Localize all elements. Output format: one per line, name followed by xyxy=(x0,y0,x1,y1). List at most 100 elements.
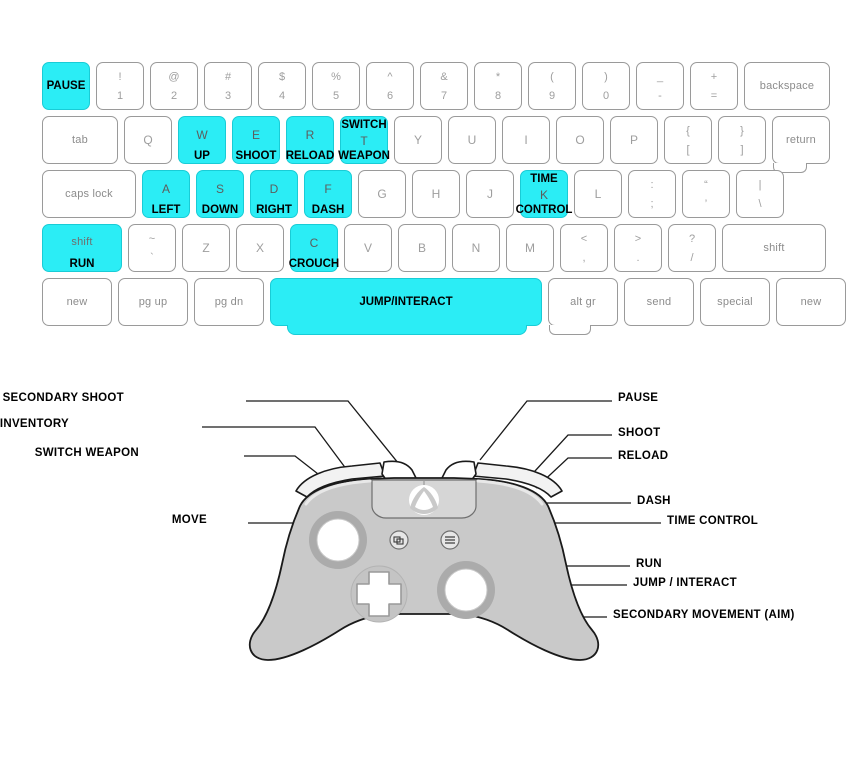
key-period[interactable]: >. xyxy=(614,224,662,272)
key-t-action-top: SWITCH xyxy=(341,119,387,131)
key-9-upper-legend: ( xyxy=(550,71,554,83)
key-period-lower-legend: . xyxy=(636,252,640,264)
keyboard-diagram: PAUSE! 1 @2 #3 $4% 5 ^ 6 & 7 * 8(9) 0 _ - + = backspace ta… xyxy=(42,62,846,335)
key-9[interactable]: (9 xyxy=(528,62,576,110)
key-backslash-lower-legend: \ xyxy=(758,198,762,210)
key-bracket-left[interactable]: {[ xyxy=(664,116,712,164)
key-comma[interactable]: <, xyxy=(560,224,608,272)
key-t-action: WEAPON xyxy=(338,150,390,162)
keyboard-row-number-row: PAUSE! 1 @2 #3 $4% 5 ^ 6 & 7 * 8(9) 0 _ - + = backspace xyxy=(42,62,830,110)
key-caps-lock-label: caps lock xyxy=(65,188,113,200)
key-6[interactable]: ^ 6 xyxy=(366,62,414,110)
key-tab[interactable]: tab xyxy=(42,116,118,164)
key-new-left[interactable]: new xyxy=(42,278,112,326)
left-analog-stick xyxy=(309,511,367,569)
key-minus-upper-legend: _ xyxy=(656,71,664,83)
key-minus[interactable]: _ - xyxy=(636,62,684,110)
key-d-letter: D xyxy=(269,182,279,197)
key-o[interactable]: O xyxy=(556,116,604,164)
callout-pause: PAUSE xyxy=(618,392,659,404)
key-page-down[interactable]: pg dn xyxy=(194,278,264,326)
callout-reload: RELOAD xyxy=(618,450,669,462)
key-send[interactable]: send xyxy=(624,278,694,326)
key-l-letter: L xyxy=(594,187,602,201)
key-m[interactable]: M xyxy=(506,224,554,272)
key-z-letter: Z xyxy=(202,241,210,255)
key-l[interactable]: L xyxy=(574,170,622,218)
key-b[interactable]: B xyxy=(398,224,446,272)
key-2-lower-legend: 2 xyxy=(170,90,178,102)
key-page-up[interactable]: pg up xyxy=(118,278,188,326)
key-o-letter: O xyxy=(575,133,585,147)
key-shift-right-label: shift xyxy=(763,242,785,254)
key-new-right[interactable]: new xyxy=(776,278,846,326)
key-shift-right[interactable]: shift xyxy=(722,224,826,272)
key-7-lower-legend: 7 xyxy=(440,90,448,102)
key-2[interactable]: @2 xyxy=(150,62,198,110)
key-i[interactable]: I xyxy=(502,116,550,164)
key-p[interactable]: P xyxy=(610,116,658,164)
key-backspace[interactable]: backspace xyxy=(744,62,830,110)
key-y[interactable]: Y xyxy=(394,116,442,164)
callout-move: MOVE xyxy=(171,514,207,526)
callout-run: RUN xyxy=(636,558,662,570)
key-0[interactable]: ) 0 xyxy=(582,62,630,110)
key-u[interactable]: U xyxy=(448,116,496,164)
key-escape[interactable]: PAUSE xyxy=(42,62,90,110)
key-space-action: JUMP/INTERACT xyxy=(359,296,453,308)
key-5[interactable]: % 5 xyxy=(312,62,360,110)
key-comma-lower-legend: , xyxy=(582,252,586,264)
key-tilde[interactable]: ~ ` xyxy=(128,224,176,272)
key-m-letter: M xyxy=(525,241,535,255)
key-alt-gr-label: alt gr xyxy=(570,296,596,308)
key-equals-lower-legend: = xyxy=(710,90,718,102)
key-bracket-right-upper-legend: } xyxy=(740,125,744,137)
key-n[interactable]: N xyxy=(452,224,500,272)
callout-switch-weapon: SWITCH WEAPON xyxy=(34,447,139,459)
key-caps-lock[interactable]: caps lock xyxy=(42,170,136,218)
key-return[interactable]: return xyxy=(772,116,830,173)
key-slash[interactable]: ? / xyxy=(668,224,716,272)
callout-secondary-shoot: SECONDARY SHOOT xyxy=(2,392,124,404)
key-space[interactable]: JUMP/INTERACT xyxy=(270,278,542,335)
key-2-upper-legend: @ xyxy=(168,71,180,83)
key-slash-lower-legend: / xyxy=(690,252,694,264)
key-equals[interactable]: + = xyxy=(690,62,738,110)
key-3-upper-legend: # xyxy=(224,71,232,83)
key-bracket-right[interactable]: }] xyxy=(718,116,766,164)
key-special[interactable]: special xyxy=(700,278,770,326)
key-z[interactable]: Z xyxy=(182,224,230,272)
key-quote[interactable]: “’ xyxy=(682,170,730,218)
right-analog-stick xyxy=(437,561,495,619)
key-backslash[interactable]: | \ xyxy=(736,170,784,218)
callout-jump-interact: JUMP / INTERACT xyxy=(633,577,737,589)
key-h[interactable]: H xyxy=(412,170,460,218)
key-7-upper-legend: & xyxy=(440,71,448,83)
key-v[interactable]: V xyxy=(344,224,392,272)
key-k[interactable]: TIME K CONTROL xyxy=(516,170,572,218)
key-alt-gr[interactable]: alt gr xyxy=(548,278,618,335)
key-t[interactable]: SWITCH T WEAPON xyxy=(338,116,390,164)
key-8[interactable]: * 8 xyxy=(474,62,522,110)
xbox-logo-icon xyxy=(409,485,439,515)
key-k-letter: K xyxy=(539,187,548,202)
key-semicolon-lower-legend: ; xyxy=(650,198,654,210)
key-semicolon[interactable]: :; xyxy=(628,170,676,218)
key-8-upper-legend: * xyxy=(495,71,501,83)
key-a-letter: A xyxy=(161,182,170,197)
key-x-letter: X xyxy=(255,241,264,255)
key-3[interactable]: #3 xyxy=(204,62,252,110)
dpad xyxy=(350,565,408,623)
key-c[interactable]: C CROUCH xyxy=(289,224,339,272)
key-7[interactable]: & 7 xyxy=(420,62,468,110)
key-f[interactable]: F DASH xyxy=(304,170,352,218)
key-shift-left[interactable]: shift RUN xyxy=(42,224,122,272)
key-tilde-upper-legend: ~ xyxy=(148,233,156,245)
key-n-letter: N xyxy=(471,241,481,255)
key-4[interactable]: $4 xyxy=(258,62,306,110)
key-y-letter: Y xyxy=(413,133,422,147)
key-g[interactable]: G xyxy=(358,170,406,218)
controller-illustration: YXBA xyxy=(202,400,661,661)
key-f-letter: F xyxy=(324,182,332,197)
key-1[interactable]: ! 1 xyxy=(96,62,144,110)
